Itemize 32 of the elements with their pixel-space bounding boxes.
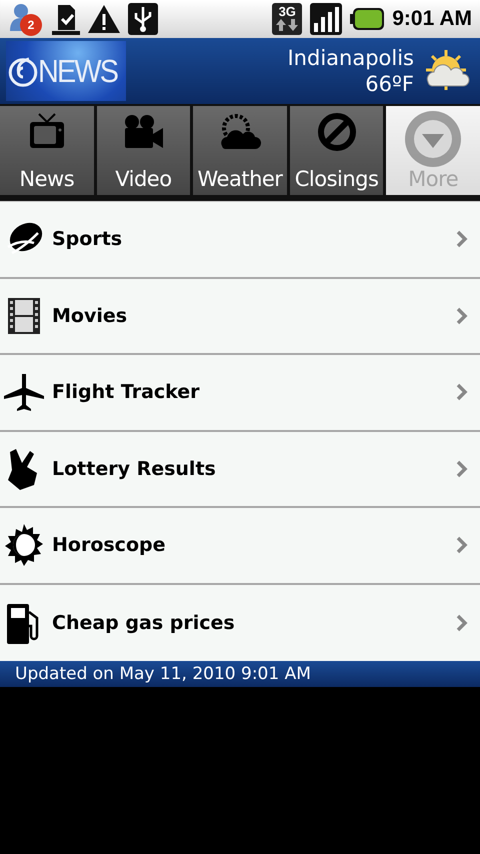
tab[interactable]: Closings xyxy=(290,106,384,195)
menu-item[interactable]: Cheap gas prices xyxy=(0,584,480,661)
prohibited-icon xyxy=(316,112,357,152)
network-indicator: 3G xyxy=(272,3,302,35)
menu-item[interactable]: Lottery Results xyxy=(0,432,480,508)
battery-icon xyxy=(350,8,384,30)
news-logo: NEWS xyxy=(6,41,126,101)
chevron-icon xyxy=(456,306,468,325)
menu-item[interactable]: Movies xyxy=(0,278,480,355)
clock: 9:01 AM xyxy=(392,7,472,31)
city-name: Indianapolis xyxy=(287,46,414,70)
airplane-icon xyxy=(3,372,45,412)
chevron-icon xyxy=(456,614,468,632)
notification-badge: 2 xyxy=(20,14,42,36)
signal-icon xyxy=(310,3,342,35)
tab[interactable]: News xyxy=(0,106,94,195)
chevron-icon xyxy=(456,383,468,402)
film-strip-icon xyxy=(7,296,41,335)
chevron-icon xyxy=(456,536,468,554)
warning-icon[interactable] xyxy=(88,5,120,33)
chevron-icon xyxy=(456,460,468,478)
usb-icon[interactable] xyxy=(128,3,158,35)
tab[interactable]: Weather xyxy=(193,106,287,195)
menu-item[interactable]: Sports xyxy=(0,202,480,278)
updated-text: Updated on May 11, 2010 9:01 AM xyxy=(15,664,311,684)
chevron-icon xyxy=(456,230,468,248)
dropdown-icon xyxy=(404,110,462,168)
download-done-icon[interactable] xyxy=(52,3,80,35)
temperature: 66ºF xyxy=(365,72,414,96)
menu-item[interactable]: Horoscope xyxy=(0,508,480,584)
menu-item[interactable]: Flight Tracker xyxy=(0,355,480,432)
tab[interactable]: Video xyxy=(96,106,190,195)
